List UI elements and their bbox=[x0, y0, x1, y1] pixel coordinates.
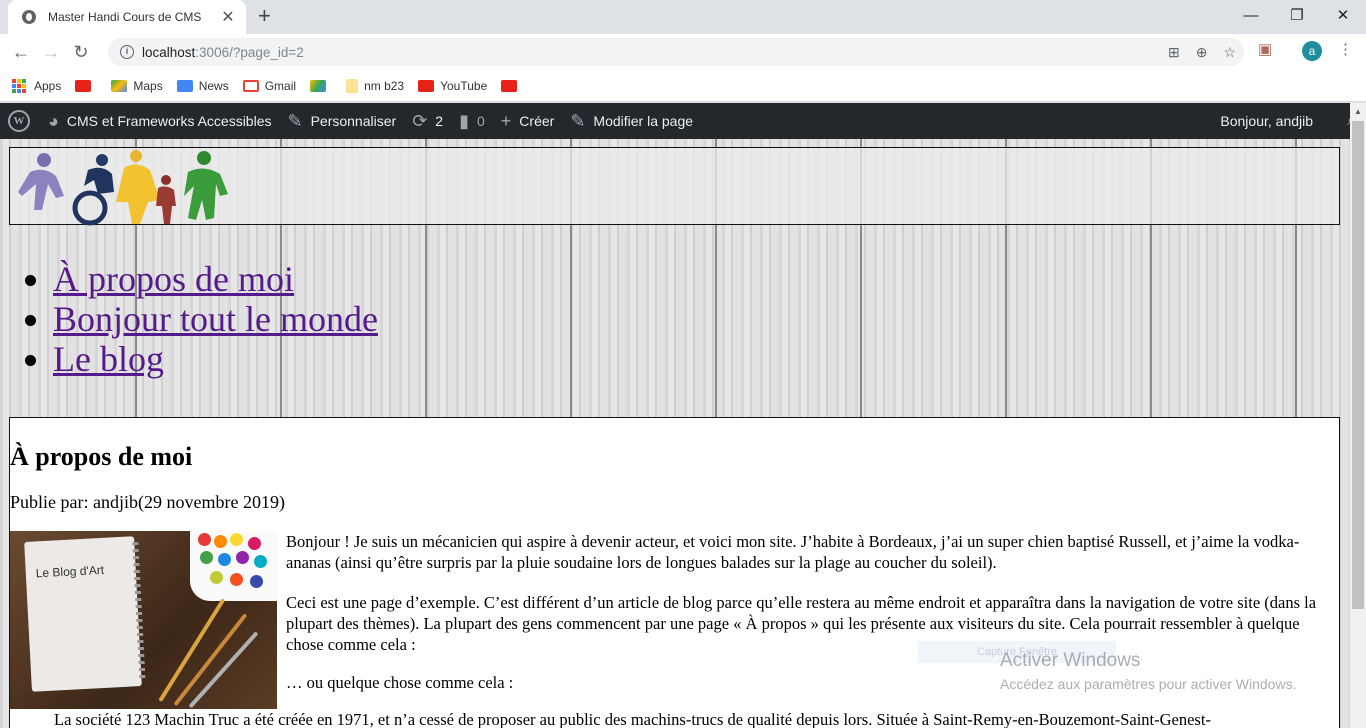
url-host: localhost bbox=[142, 44, 196, 60]
comments-link[interactable]: ▮ 0 bbox=[459, 111, 485, 132]
bookmark-youtube-1[interactable] bbox=[75, 79, 97, 92]
maps-icon bbox=[111, 79, 128, 92]
menu-link-about[interactable]: À propos de moi bbox=[53, 259, 294, 299]
menu-kebab-icon[interactable]: ⋮ bbox=[1338, 40, 1353, 58]
pdf-extension-icon[interactable]: ▣ bbox=[1258, 40, 1272, 58]
menu-link-blog[interactable]: Le blog bbox=[53, 339, 164, 379]
url-path: :3006/?page_id=2 bbox=[195, 44, 304, 60]
blockquote-company: La société 123 Machin Truc a été créée e… bbox=[54, 710, 1211, 728]
youtube-icon bbox=[418, 79, 435, 92]
globe-icon bbox=[22, 10, 36, 24]
news-icon bbox=[176, 79, 193, 92]
close-window-button[interactable]: ✕ bbox=[1320, 0, 1366, 30]
post-meta: Publie par: andjib(29 novembre 2019) bbox=[10, 492, 285, 512]
plus-icon: + bbox=[500, 110, 512, 131]
main-menu: À propos de moi Bonjour tout le monde Le… bbox=[53, 259, 378, 379]
close-tab-icon[interactable]: ✕ bbox=[220, 7, 236, 27]
info-icon[interactable]: i bbox=[120, 45, 134, 59]
new-tab-button[interactable]: + bbox=[258, 5, 271, 27]
reload-button[interactable]: ↻ bbox=[66, 42, 96, 63]
account-menu[interactable]: Bonjour, andjib bbox=[1220, 113, 1313, 129]
site-header bbox=[9, 147, 1340, 226]
profile-avatar[interactable]: a bbox=[1302, 41, 1322, 61]
bookmark-star-icon[interactable]: ☆ bbox=[1223, 44, 1236, 61]
scrollbar-thumb[interactable] bbox=[1352, 121, 1364, 609]
tab-title: Master Handi Cours de CMS bbox=[48, 10, 202, 24]
scroll-up-icon[interactable]: ▲ bbox=[1354, 107, 1362, 116]
bookmark-youtube-2[interactable]: YouTube bbox=[418, 79, 487, 93]
bookmark-drive[interactable] bbox=[310, 79, 332, 92]
wordpress-logo-icon[interactable]: W bbox=[8, 110, 30, 132]
updates-icon: ⟳ bbox=[412, 110, 428, 131]
folder-icon bbox=[346, 78, 359, 93]
paragraph-intro: Bonjour ! Je suis un mécanicien qui aspi… bbox=[286, 532, 1300, 572]
apps-grid-icon bbox=[12, 78, 26, 93]
bookmark-youtube-3[interactable] bbox=[501, 79, 523, 92]
minimize-button[interactable]: — bbox=[1228, 0, 1274, 30]
bookmark-nm-b23[interactable]: nm b23 bbox=[346, 78, 404, 93]
notebook-illustration: Le Blog d'Art bbox=[24, 536, 146, 692]
restore-button[interactable]: ❐ bbox=[1274, 0, 1320, 30]
browser-toolbar: ← → ↻ i localhost:3006/?page_id=2 ⊞ ⊕ ☆ … bbox=[0, 34, 1366, 70]
menu-link-hello-world[interactable]: Bonjour tout le monde bbox=[53, 299, 378, 339]
featured-image: Le Blog d'Art bbox=[10, 531, 277, 709]
menu-item: Le blog bbox=[53, 339, 378, 379]
site-name-menu[interactable]: ◕ CMS et Frameworks Accessibles bbox=[48, 111, 271, 132]
page-body: À propos de moi Bonjour tout le monde Le… bbox=[0, 139, 1350, 728]
updates-link[interactable]: ⟳ 2 bbox=[412, 111, 443, 132]
gmail-icon bbox=[242, 79, 259, 92]
translate-icon[interactable]: ⊞ bbox=[1168, 44, 1180, 61]
browser-tab[interactable]: Master Handi Cours de CMS ✕ bbox=[8, 0, 246, 34]
back-button[interactable]: ← bbox=[6, 42, 36, 63]
edit-page-link[interactable]: ✎ Modifier la page bbox=[570, 111, 693, 132]
brush-icon: ✎ bbox=[287, 110, 303, 131]
youtube-icon bbox=[501, 79, 518, 92]
drive-icon bbox=[310, 79, 327, 92]
windows-activation-watermark: Activer Windows Accédez aux paramètres p… bbox=[1000, 650, 1296, 692]
forward-button[interactable]: → bbox=[36, 42, 66, 63]
zoom-icon[interactable]: ⊕ bbox=[1196, 44, 1208, 61]
tab-strip: Master Handi Cours de CMS ✕ + — ❐ ✕ bbox=[0, 0, 1366, 34]
activate-title: Activer Windows bbox=[1000, 650, 1141, 671]
menu-item: Bonjour tout le monde bbox=[53, 299, 378, 339]
new-content-menu[interactable]: + Créer bbox=[501, 111, 555, 132]
bookmark-news[interactable]: News bbox=[176, 79, 229, 93]
youtube-icon bbox=[75, 79, 92, 92]
dashboard-icon: ◕ bbox=[48, 110, 59, 131]
wp-admin-bar: W ◕ CMS et Frameworks Accessibles ✎ Person… bbox=[0, 103, 1366, 139]
paragraph-example: Ceci est une page d’exemple. C’est diffé… bbox=[286, 593, 1317, 654]
bookmark-gmail[interactable]: Gmail bbox=[242, 79, 296, 93]
page-title: À propos de moi bbox=[10, 442, 193, 471]
pencil-icon: ✎ bbox=[570, 110, 586, 131]
paint-palette bbox=[190, 531, 277, 601]
comment-icon: ▮ bbox=[459, 110, 469, 131]
customize-link[interactable]: ✎ Personnaliser bbox=[287, 111, 396, 132]
address-bar[interactable]: i localhost:3006/?page_id=2 ⊞ ⊕ ☆ bbox=[108, 38, 1244, 66]
image-caption: Le Blog d'Art bbox=[35, 562, 105, 581]
activate-subtitle: Accédez aux paramètres pour activer Wind… bbox=[1000, 676, 1297, 692]
bookmark-maps[interactable]: Maps bbox=[111, 79, 163, 93]
page-scrollbar[interactable]: ▲ bbox=[1350, 103, 1366, 728]
bookmarks-bar: Apps Maps News Gmail nm b23 YouTube bbox=[0, 70, 1366, 102]
bookmark-apps[interactable]: Apps bbox=[12, 78, 61, 93]
site-logo[interactable] bbox=[16, 150, 230, 226]
menu-item: À propos de moi bbox=[53, 259, 378, 299]
